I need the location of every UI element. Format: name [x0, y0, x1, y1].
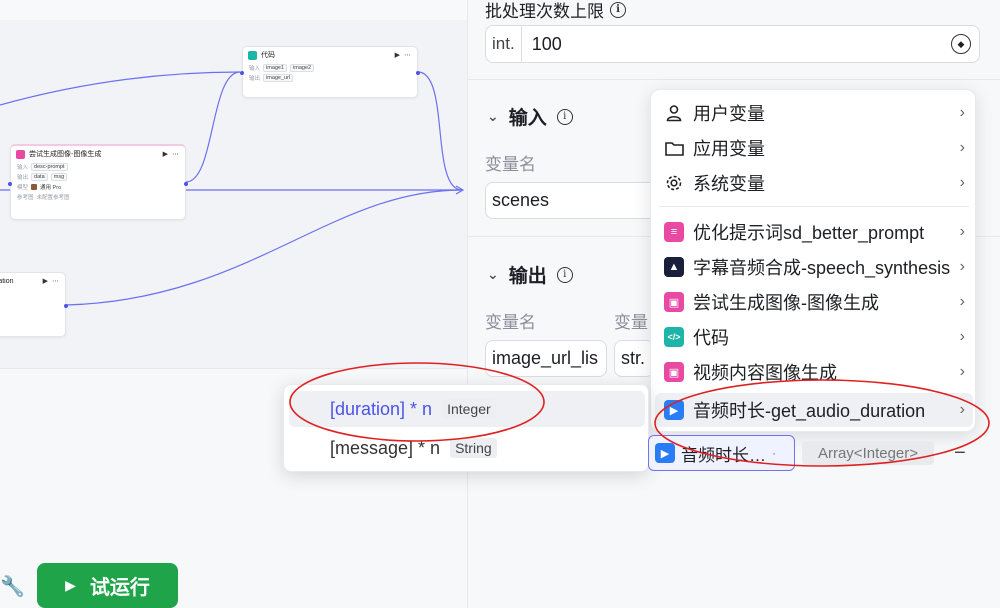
image-gen-model: 模型 通用 Pro [17, 184, 62, 191]
info-icon[interactable]: i [610, 1, 626, 18]
divider [467, 79, 1000, 80]
batch-limit-label: 批处理次数上限 i [485, 0, 626, 22]
chevron-right-icon: › [959, 139, 965, 156]
audio-duration-node[interactable]: ration ▶ ⋯ [0, 272, 68, 337]
node-actions[interactable]: ▶ ⋯ [163, 150, 180, 158]
menu-item-speech-synthesis[interactable]: ▲ 字幕音频合成-speech_synthesis › [655, 250, 973, 284]
input-section-toggle[interactable]: ⌄ 输入 i [487, 103, 573, 130]
speech-icon: ▲ [664, 257, 684, 277]
menu-divider [659, 206, 969, 207]
code-icon [248, 50, 257, 60]
info-icon[interactable]: i [556, 266, 573, 283]
image-gen-node-title: 尝试生成图像-图像生成 [29, 151, 102, 158]
image-gen-node[interactable]: 尝试生成图像-图像生成 ▶ ⋯ 输入 desc-prompt 输出 data m… [8, 144, 188, 220]
wrench-icon[interactable]: 🔧 [0, 574, 25, 599]
node-actions[interactable]: ▶ ⋯ [395, 51, 412, 59]
edge-to-code [0, 71, 241, 106]
port-right[interactable] [64, 304, 68, 308]
code-node-inputs: 输入 image1 image2 [243, 63, 417, 73]
menu-item-video-image-gen[interactable]: ▣ 视频内容图像生成 › [655, 355, 973, 389]
chevron-right-icon: › [959, 363, 965, 380]
folder-icon [663, 137, 685, 159]
chevron-right-icon: › [959, 401, 965, 418]
menu-item-try-image-gen[interactable]: ▣ 尝试生成图像-图像生成 › [655, 285, 973, 319]
image-gen-inputs: 输入 desc-prompt [11, 162, 185, 172]
type-tag: Integer [442, 399, 496, 419]
input-var-name-field[interactable]: scenes [485, 182, 665, 219]
dismiss-icon[interactable]: · [772, 446, 776, 460]
image-icon [16, 149, 25, 159]
info-icon[interactable]: i [556, 108, 573, 125]
output-type-field[interactable]: str. [614, 340, 654, 377]
input-var-name-label: 变量名 [485, 155, 536, 174]
play-icon: ▶ [65, 577, 76, 593]
selected-variable-ref[interactable]: ▶ 音频时长… · [648, 435, 795, 471]
chevron-right-icon: › [959, 223, 965, 240]
menu-item-user-vars[interactable]: 用户变量 › [655, 96, 973, 130]
chevron-right-icon: › [959, 293, 965, 310]
chevron-right-icon: › [959, 328, 965, 345]
code-node-header: 代码 ▶ ⋯ [243, 47, 417, 63]
test-run-button[interactable]: ▶ 试运行 [37, 563, 178, 608]
audio-icon: ▶ [664, 400, 684, 420]
chevron-right-icon: › [959, 258, 965, 275]
output-var-value-label: 变量 [614, 313, 648, 332]
gear-icon [663, 172, 685, 194]
type-badge: Array<Integer> [802, 441, 934, 465]
audio-duration-node-title: ration [0, 277, 14, 285]
menu-item-app-vars[interactable]: 应用变量 › [655, 131, 973, 165]
type-tag: String [450, 438, 497, 458]
menu-item-audio-duration[interactable]: ▶ 音频时长-get_audio_duration › [655, 393, 973, 427]
chevron-down-icon: ⌄ [487, 266, 499, 282]
image-gen-outputs: 输出 data msg [11, 172, 185, 182]
output-var-name-label: 变量名 [485, 313, 536, 332]
edge-imagegen-to-code [185, 71, 241, 183]
batch-limit-value: 100 [531, 33, 562, 54]
submenu-item-duration[interactable]: [duration] * n Integer [289, 391, 645, 427]
image-gen-ref: 参考图 未配置参考图 [17, 195, 70, 201]
image-icon: ▣ [664, 362, 684, 382]
code-node-title: 代码 [261, 52, 275, 59]
port-left[interactable] [240, 71, 244, 75]
code-node[interactable]: 代码 ▶ ⋯ 输入 image1 image2 输出 image_url [240, 46, 420, 98]
variable-menu: 用户变量 › 应用变量 › 系统变量 › ≡ 优化提示词sd_better_pr… [650, 89, 976, 432]
chevron-down-icon: ⌄ [487, 108, 499, 124]
output-var-name-field[interactable]: image_url_lis [485, 340, 607, 377]
stepper-icon[interactable]: ◆ [951, 34, 971, 54]
chevron-right-icon: › [959, 104, 965, 121]
menu-item-sd-better-prompt[interactable]: ≡ 优化提示词sd_better_prompt › [655, 215, 973, 249]
batch-limit-input[interactable]: int. 100 ◆ [485, 25, 980, 63]
user-icon [663, 102, 685, 124]
port-right[interactable] [184, 182, 188, 186]
output-section-toggle[interactable]: ⌄ 输出 i [487, 261, 573, 288]
output-field-submenu: [duration] * n Integer [message] * n Str… [283, 384, 649, 472]
remove-icon[interactable]: − [954, 442, 966, 465]
image-gen-node-header: 尝试生成图像-图像生成 ▶ ⋯ [11, 146, 185, 162]
chevron-right-icon: › [959, 174, 965, 191]
prompt-icon: ≡ [664, 222, 684, 242]
audio-duration-node-header: ration ▶ ⋯ [0, 273, 65, 289]
audio-icon: ▶ [655, 443, 675, 463]
workflow-canvas[interactable]: 代码 ▶ ⋯ 输入 image1 image2 输出 image_url 尝试生… [0, 0, 467, 608]
image-icon: ▣ [664, 292, 684, 312]
type-prefix: int. [486, 26, 522, 62]
node-actions[interactable]: ▶ ⋯ [43, 277, 60, 285]
code-icon: </> [664, 327, 684, 347]
submenu-item-message[interactable]: [message] * n String [289, 430, 645, 466]
port-right[interactable] [416, 71, 420, 75]
edge-code-to-panel [417, 71, 463, 191]
menu-item-code[interactable]: </> 代码 › [655, 320, 973, 354]
port-left[interactable] [8, 182, 12, 186]
code-node-outputs: 输出 image_url [243, 73, 417, 83]
menu-item-system-vars[interactable]: 系统变量 › [655, 166, 973, 200]
